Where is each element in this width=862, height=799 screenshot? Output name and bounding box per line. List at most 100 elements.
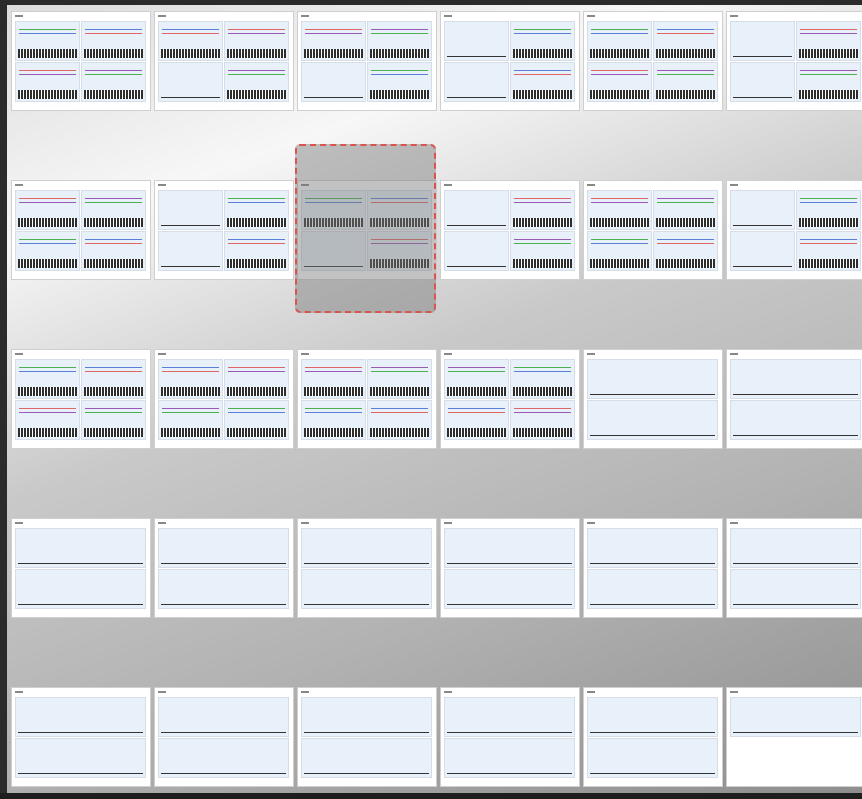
axis-line	[304, 563, 429, 564]
chart-panel	[796, 190, 861, 230]
selected-page-highlight[interactable]	[295, 144, 436, 313]
series-line	[228, 29, 285, 30]
page-thumbnail[interactable]	[727, 350, 862, 448]
series-line	[85, 412, 142, 413]
axis-line	[161, 773, 286, 774]
page-thumbnail[interactable]	[12, 519, 150, 617]
axis-line	[590, 732, 715, 733]
chart-panel	[653, 21, 718, 61]
barcode-strip	[161, 428, 220, 437]
chart-panel	[301, 697, 432, 737]
series-line	[371, 412, 428, 413]
page-thumbnail[interactable]	[727, 519, 862, 617]
page-thumbnail[interactable]	[298, 350, 436, 448]
page-thumbnail[interactable]	[155, 688, 293, 786]
barcode-strip	[656, 259, 715, 268]
chart-panel	[587, 569, 718, 609]
page-thumbnail[interactable]	[584, 181, 722, 279]
chart-panel	[301, 569, 432, 609]
page-thumbnail[interactable]	[584, 688, 722, 786]
chart-panel	[510, 190, 575, 230]
chart-panel	[15, 21, 80, 61]
page-thumbnail[interactable]	[155, 519, 293, 617]
series-line	[305, 412, 362, 413]
barcode-strip	[656, 90, 715, 99]
page-thumbnail[interactable]	[441, 12, 579, 110]
series-line	[85, 371, 142, 372]
axis-line	[18, 563, 143, 564]
barcode-strip	[18, 428, 77, 437]
page-header-mark	[301, 14, 433, 19]
header-dot	[301, 15, 309, 18]
series-line	[514, 412, 571, 413]
page-thumbnail[interactable]	[12, 181, 150, 279]
page-thumbnail[interactable]	[441, 181, 579, 279]
series-line	[371, 29, 428, 30]
header-dot	[444, 15, 452, 18]
chart-panel	[15, 400, 80, 440]
page-thumbnail[interactable]	[298, 519, 436, 617]
header-dot	[730, 184, 738, 187]
series-line	[19, 70, 76, 71]
page-thumbnail[interactable]	[727, 688, 862, 786]
page-thumbnail[interactable]	[12, 12, 150, 110]
chart-panel	[587, 190, 652, 230]
page-thumbnail[interactable]	[298, 12, 436, 110]
axis-line	[590, 435, 715, 436]
series-line	[800, 243, 857, 244]
series-line	[657, 29, 714, 30]
chart-panel	[796, 21, 861, 61]
page-thumbnail[interactable]	[155, 12, 293, 110]
series-line	[162, 33, 219, 34]
page-thumbnail[interactable]	[155, 181, 293, 279]
barcode-strip	[799, 218, 858, 227]
barcode-strip	[799, 49, 858, 58]
page-thumbnail[interactable]	[727, 181, 862, 279]
barcode-strip	[370, 49, 429, 58]
barcode-strip	[447, 428, 506, 437]
page-thumbnail[interactable]	[155, 350, 293, 448]
chart-panel	[15, 697, 146, 737]
chart-panel	[444, 569, 575, 609]
page-thumbnail[interactable]	[12, 688, 150, 786]
axis-line	[18, 773, 143, 774]
barcode-strip	[18, 90, 77, 99]
chart-panel	[444, 21, 509, 61]
page-thumbnail[interactable]	[727, 12, 862, 110]
page-thumbnail[interactable]	[12, 350, 150, 448]
axis-line	[733, 56, 792, 57]
page-header-mark	[444, 14, 576, 19]
page-thumbnail[interactable]	[441, 350, 579, 448]
page-thumbnail[interactable]	[441, 688, 579, 786]
page-thumbnail[interactable]	[584, 519, 722, 617]
page-thumbnail[interactable]	[441, 519, 579, 617]
barcode-strip	[161, 49, 220, 58]
chart-panel	[510, 400, 575, 440]
page-thumbnail[interactable]	[584, 12, 722, 110]
barcode-strip	[370, 387, 429, 396]
series-line	[514, 202, 571, 203]
page-grid-viewer[interactable]	[7, 5, 862, 793]
chart-panel	[796, 231, 861, 271]
axis-line	[447, 732, 572, 733]
barcode-strip	[370, 90, 429, 99]
chart-panel	[730, 359, 861, 399]
page-header-mark	[15, 521, 147, 526]
axis-line	[18, 732, 143, 733]
barcode-strip	[84, 49, 143, 58]
chart-panel	[301, 359, 366, 399]
header-dot	[15, 184, 23, 187]
chart-panel	[158, 359, 223, 399]
axis-line	[447, 97, 506, 98]
page-header-mark	[158, 521, 290, 526]
header-dot	[730, 691, 738, 694]
page-thumbnail[interactable]	[298, 688, 436, 786]
series-line	[371, 74, 428, 75]
chart-panel	[730, 62, 795, 102]
chart-panel	[15, 569, 146, 609]
page-header-mark	[15, 14, 147, 19]
barcode-strip	[513, 49, 572, 58]
series-line	[19, 202, 76, 203]
axis-line	[304, 732, 429, 733]
page-thumbnail[interactable]	[584, 350, 722, 448]
